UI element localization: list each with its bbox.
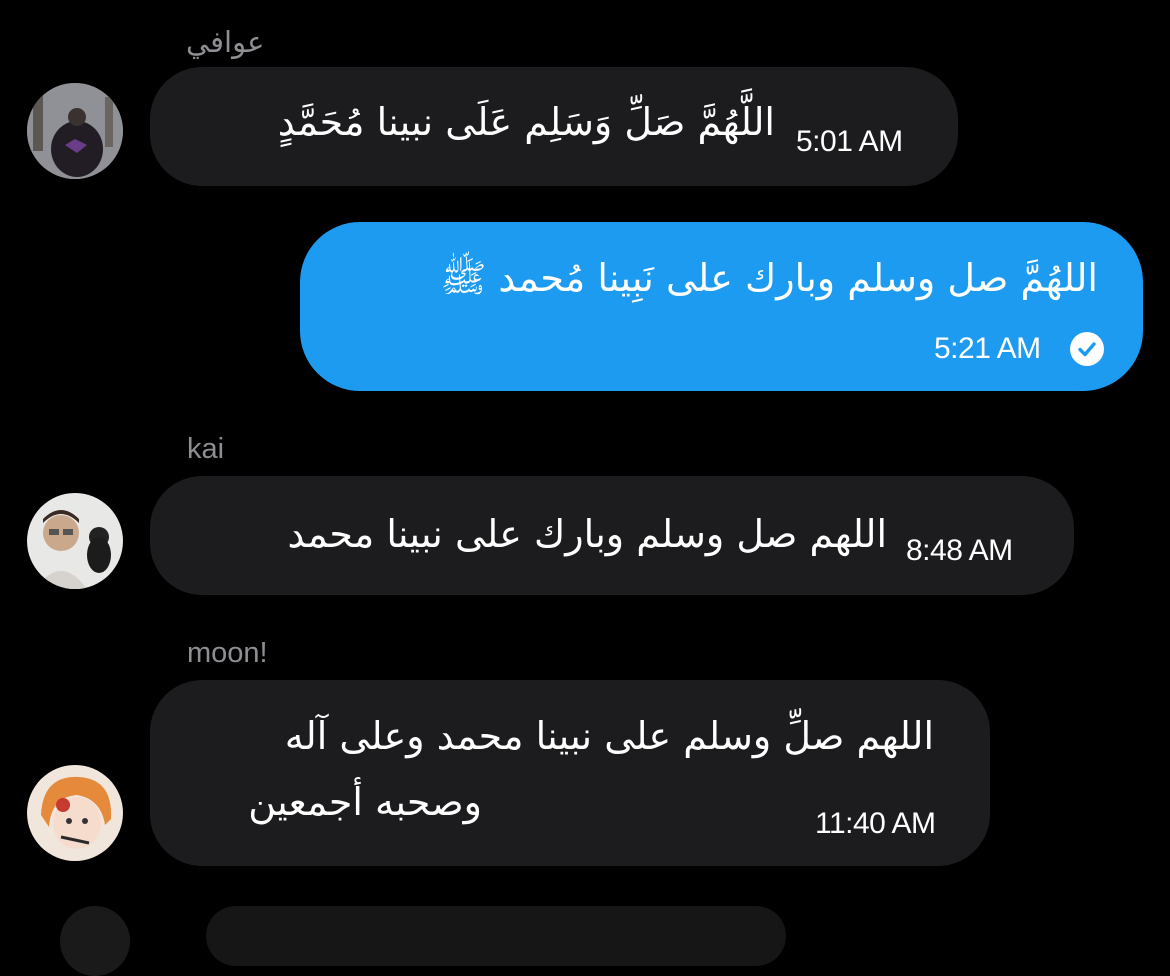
avatar[interactable] xyxy=(27,493,123,589)
message-time: 5:01 AM xyxy=(796,125,903,158)
message-time: 11:40 AM xyxy=(815,807,936,840)
avatar-image xyxy=(27,765,123,861)
message-text: اللهُمَّ صل وسلم وبارك على نَبِينا مُحمد… xyxy=(440,256,1098,300)
avatar-image xyxy=(27,493,123,589)
sent-check-icon xyxy=(1070,332,1104,366)
avatar[interactable] xyxy=(27,765,123,861)
sender-name: kai xyxy=(187,433,225,465)
sender-name: moon! xyxy=(187,637,268,669)
sender-name: عوافي xyxy=(186,27,265,59)
message-time: 5:21 AM xyxy=(934,332,1041,365)
message-text: اللهم صل وسلم وبارك على نبينا محمد xyxy=(287,512,887,556)
avatar[interactable] xyxy=(60,906,130,976)
message-text: اللَّهُمَّ صَلِّ وَسَلِم عَلَى نبينا مُح… xyxy=(277,100,775,144)
message-bubble[interactable] xyxy=(206,906,786,966)
message-text-line: وصحبه أجمعين xyxy=(248,780,482,824)
avatar[interactable] xyxy=(27,83,123,179)
message-time: 8:48 AM xyxy=(906,534,1013,567)
avatar-image xyxy=(27,83,123,179)
message-text-line: اللهم صلِّ وسلم على نبينا محمد وعلى آله xyxy=(284,714,934,758)
